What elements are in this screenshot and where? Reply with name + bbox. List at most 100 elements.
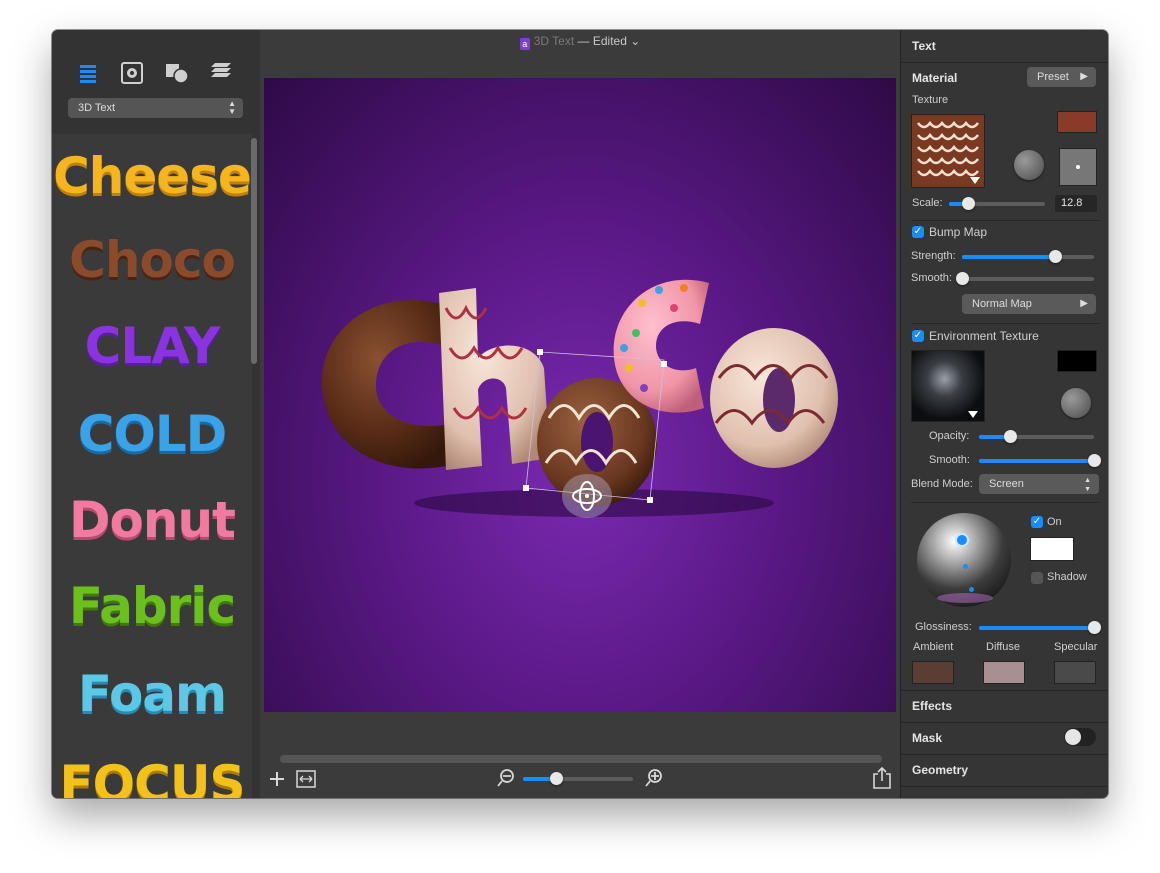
light-on-label: On — [1047, 516, 1062, 528]
effects-section-title: Effects — [912, 699, 953, 713]
env-smooth-slider-knob[interactable] — [1087, 454, 1101, 467]
preset-label: Choco — [69, 231, 236, 289]
strength-slider[interactable] — [962, 250, 1094, 263]
texture-offset-pad[interactable] — [1059, 148, 1097, 186]
divider — [901, 62, 1108, 63]
list-icon[interactable] — [78, 62, 104, 84]
zoom-out-icon[interactable] — [496, 768, 516, 788]
texture-thumbnail[interactable] — [911, 114, 985, 188]
canvas-artwork — [321, 279, 838, 517]
preset-donut[interactable]: Donut — [52, 480, 252, 560]
style-category-select[interactable]: 3D Text ▲ ▼ — [68, 98, 243, 118]
bump-map-checkbox[interactable]: ✓ — [912, 226, 924, 238]
opacity-slider-knob[interactable] — [1003, 430, 1017, 443]
mask-toggle[interactable] — [1064, 728, 1096, 746]
specular-color-swatch[interactable] — [1054, 661, 1096, 684]
effects-section-header[interactable]: Effects — [901, 691, 1108, 721]
mask-section-header[interactable]: Mask — [901, 723, 1108, 753]
glossiness-slider[interactable] — [979, 621, 1101, 634]
selection-handle[interactable] — [647, 497, 653, 503]
shadow-checkbox[interactable] — [1031, 572, 1043, 584]
preset-foam[interactable]: Foam — [52, 654, 252, 734]
preset-label: COLD — [77, 405, 228, 463]
diffuse-color-swatch[interactable] — [983, 661, 1025, 684]
preset-choco[interactable]: Choco — [52, 220, 252, 300]
scale-slider[interactable] — [949, 197, 1045, 210]
scale-label: Scale: — [912, 197, 943, 209]
light-color-swatch[interactable] — [1030, 537, 1074, 561]
layers-icon[interactable] — [208, 62, 234, 84]
selection-handle[interactable] — [523, 485, 529, 491]
preset-focus[interactable]: FOCUS — [52, 744, 252, 798]
environment-color-swatch[interactable] — [1057, 350, 1097, 372]
rotate-3d-icon[interactable] — [562, 474, 612, 518]
bump-smooth-label: Smooth: — [911, 272, 952, 284]
letter-c — [321, 300, 460, 469]
gear-icon[interactable] — [120, 62, 146, 84]
strength-slider-knob[interactable] — [1049, 250, 1063, 263]
app-icon: a — [519, 38, 530, 50]
light-sphere[interactable] — [917, 513, 1011, 607]
title-chevron-icon[interactable]: ⌄ — [630, 34, 640, 48]
preset-scrollbar[interactable] — [251, 138, 257, 364]
select-arrows-icon: ▲ ▼ — [228, 99, 236, 116]
normal-map-label: Normal Map — [972, 298, 1032, 310]
divider — [901, 786, 1108, 787]
normal-map-button[interactable]: Normal Map ▶ — [962, 294, 1096, 314]
selection-handle[interactable] — [661, 361, 667, 367]
scale-value-field[interactable]: 12.8 — [1055, 195, 1097, 212]
canvas-bottom-toolbar — [260, 766, 900, 796]
blend-mode-value: Screen — [989, 478, 1024, 490]
preset-label: Donut — [69, 491, 236, 549]
blend-mode-label: Blend Mode: — [911, 478, 973, 490]
glossiness-slider-knob[interactable] — [1087, 621, 1101, 634]
environment-texture-checkbox[interactable]: ✓ — [912, 330, 924, 342]
preset-fabric[interactable]: Fabric — [52, 566, 252, 646]
canvas-horizontal-scrollbar[interactable] — [280, 755, 882, 763]
ambient-color-swatch[interactable] — [912, 661, 954, 684]
env-smooth-slider[interactable] — [979, 454, 1101, 467]
preset-label: Cheese — [53, 147, 252, 205]
letter-h — [439, 288, 550, 470]
share-icon[interactable] — [872, 766, 892, 790]
environment-thumbnail[interactable] — [911, 350, 985, 422]
style-category-value: 3D Text — [78, 102, 116, 114]
inspector-panel: Text Material Preset ▶ Texture Scale: 12… — [900, 30, 1108, 798]
bump-smooth-slider[interactable] — [955, 272, 1094, 285]
environment-rotation-knob[interactable] — [1061, 388, 1091, 418]
preset-clay[interactable]: CLAY — [52, 306, 252, 386]
sidebar-toolbar — [52, 54, 260, 94]
fit-width-icon[interactable] — [296, 770, 316, 788]
play-icon: ▶ — [1080, 298, 1088, 309]
ambient-label: Ambient — [913, 641, 954, 653]
geometry-section-header[interactable]: Geometry — [901, 755, 1108, 785]
texture-color-swatch[interactable] — [1057, 111, 1097, 133]
bump-smooth-slider-knob[interactable] — [955, 272, 969, 285]
left-sidebar: 3D Text ▲ ▼ Cheese Choco CLAY COLD Donut … — [52, 30, 261, 798]
texture-rotation-knob[interactable] — [1014, 150, 1044, 180]
preset-cold[interactable]: COLD — [52, 394, 252, 474]
selection-handle[interactable] — [537, 349, 543, 355]
preset-cheese[interactable]: Cheese — [52, 136, 252, 216]
strength-slider-fill — [962, 255, 1056, 259]
play-icon: ▶ — [1080, 71, 1088, 82]
glossiness-slider-fill — [979, 626, 1094, 630]
text-section-title: Text — [912, 39, 936, 53]
zoom-in-icon[interactable] — [644, 768, 664, 788]
design-canvas[interactable] — [264, 78, 896, 712]
scale-slider-knob[interactable] — [961, 197, 975, 210]
material-section-title: Material — [912, 71, 958, 85]
blend-mode-select[interactable]: Screen ▲ ▼ — [979, 474, 1099, 494]
title-bar: a 3D Text — Edited ⌄ — [260, 30, 900, 52]
divider — [911, 220, 1099, 221]
opacity-slider[interactable] — [979, 430, 1094, 443]
texture-label: Texture — [912, 94, 949, 106]
preset-label: FOCUS — [59, 755, 246, 798]
preset-button[interactable]: Preset ▶ — [1027, 67, 1096, 87]
zoom-slider[interactable] — [523, 772, 633, 785]
light-on-checkbox[interactable]: ✓ — [1031, 516, 1043, 528]
mask-toggle-knob — [1065, 729, 1081, 745]
shapes-icon[interactable] — [164, 62, 190, 84]
zoom-slider-knob[interactable] — [549, 772, 563, 785]
add-icon[interactable] — [268, 770, 286, 788]
